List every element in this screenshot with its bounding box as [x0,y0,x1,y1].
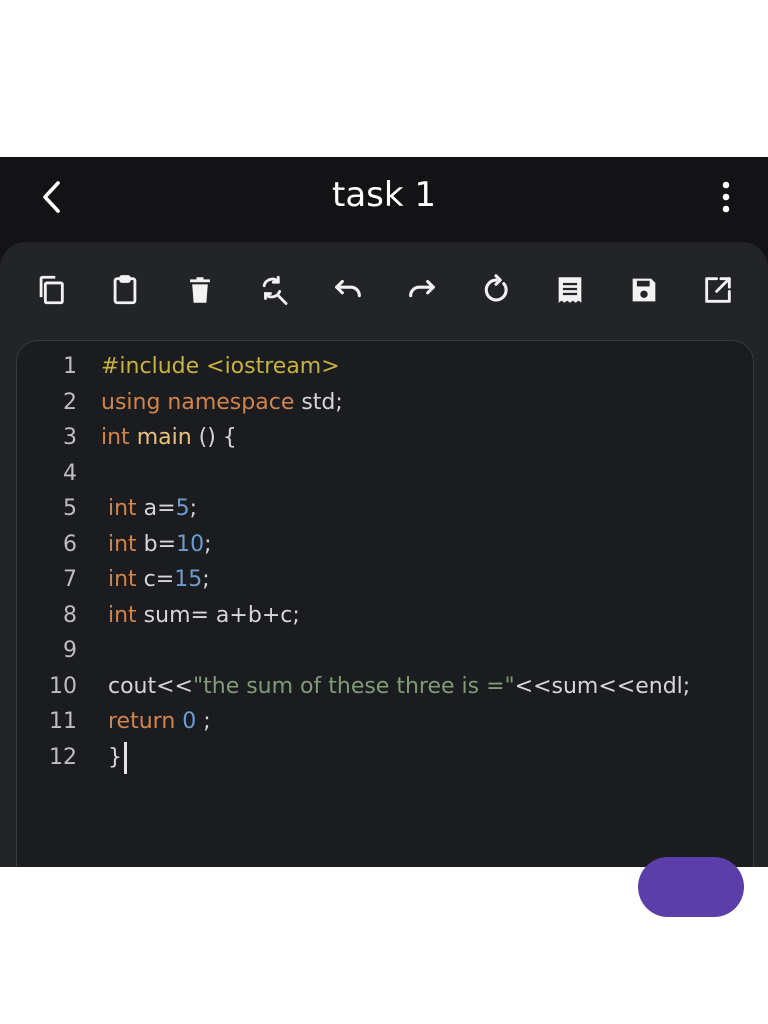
code-lines: 1 #include <iostream> 2 using namespace std… [17,349,753,775]
code-line[interactable]: 5 int a=5; [17,491,753,527]
line-text: int sum= a+b+c; [101,598,300,634]
code-token: int [101,496,144,521]
line-number: 7 [63,567,77,592]
copy-icon [39,275,64,305]
code-token: <<sum<<endl; [514,673,691,699]
find-replace-icon [262,275,288,305]
code-token: } [101,744,122,770]
code-line[interactable]: 1 #include <iostream> [17,349,753,385]
line-text: #include <iostream> [101,349,340,385]
code-token: 5 [175,496,190,521]
code-editor[interactable]: 1 #include <iostream> 2 using namespace std… [16,340,754,867]
code-token: ; [189,496,198,521]
redo-button[interactable] [400,268,444,312]
code-token: a= [143,496,176,521]
line-text: cout<<"the sum of these three is ="<<sum… [101,669,690,705]
code-line[interactable]: 10 cout<<"the sum of these three is ="<<… [17,669,753,705]
line-number: 3 [63,425,77,450]
paste-button[interactable] [103,268,147,312]
line-number: 4 [63,460,77,486]
open-external-icon [705,277,731,303]
code-token: return [101,709,183,734]
save-button[interactable] [622,268,666,312]
line-number: 2 [63,389,77,415]
code-token: 0 [182,709,197,734]
text-cursor [124,741,127,774]
open-external-button[interactable] [696,268,740,312]
line-number: 10 [49,673,77,699]
refresh-icon [484,274,508,302]
code-token: int [101,531,144,557]
code-token: b= [143,531,177,557]
code-token: sum= a+b+c; [143,602,300,628]
clipboard-icon [113,275,137,305]
undo-icon [335,279,361,298]
code-token: int [101,425,137,450]
code-token: std; [301,389,343,415]
more-vertical-icon [722,181,730,213]
code-token: 10 [176,531,205,557]
code-token: using namespace [101,389,302,415]
redo-icon [409,279,435,298]
code-line[interactable]: 11 return 0 ; [17,704,753,740]
editor-panel: 1 #include <iostream> 2 using namespace std… [0,242,768,867]
trash-icon [190,277,210,303]
undo-button[interactable] [326,268,370,312]
line-text: return 0 ; [101,704,211,740]
code-line[interactable]: 9 [17,633,753,669]
code-token: "the sum of these three is =" [193,673,515,699]
line-text: int a=5; [101,491,197,527]
line-number: 1 [63,354,77,379]
page-title: task 1 [331,175,436,215]
app-screen: task 1 1 #include <iostream> 2 using nam… [0,157,768,867]
code-token: () { [191,425,237,450]
reset-button[interactable] [474,268,518,312]
code-token: cout<< [101,673,193,699]
receipt-icon [558,277,582,303]
code-line[interactable]: 6 int b=10; [17,527,753,563]
code-token: int [101,602,144,628]
code-token: main [136,425,192,450]
line-number: 11 [49,709,77,734]
code-token: #include <iostream> [101,354,340,379]
line-text: int c=15; [101,562,210,598]
editor-toolbar [0,242,768,342]
line-text: } [101,740,127,776]
copy-button[interactable] [29,268,73,312]
save-icon [632,278,656,302]
line-number: 12 [49,744,77,770]
line-number: 9 [63,638,77,663]
find-replace-button[interactable] [252,268,296,312]
code-line[interactable]: 12 } [17,740,753,776]
code-line[interactable]: 2 using namespace std; [17,385,753,421]
delete-button[interactable] [178,268,222,312]
code-line[interactable]: 8 int sum= a+b+c; [17,598,753,634]
line-text: int main () { [101,420,237,456]
code-token: 15 [174,567,203,592]
more-options-button[interactable] [706,175,746,219]
code-token: ; [202,567,210,592]
code-line[interactable]: 4 [17,456,753,492]
code-token: ; [196,709,211,734]
code-line[interactable]: 3 int main () { [17,420,753,456]
line-number: 5 [63,496,77,521]
code-token: int [101,567,144,592]
line-text: int b=10; [101,527,212,563]
log-button[interactable] [548,268,592,312]
line-text: using namespace std; [101,385,343,421]
app-bar: task 1 [0,157,768,237]
line-number: 8 [63,602,77,628]
code-token: c= [143,567,175,592]
line-number: 6 [63,531,77,557]
run-fab[interactable] [638,857,744,917]
code-line[interactable]: 7 int c=15; [17,562,753,598]
code-token: ; [204,531,212,557]
